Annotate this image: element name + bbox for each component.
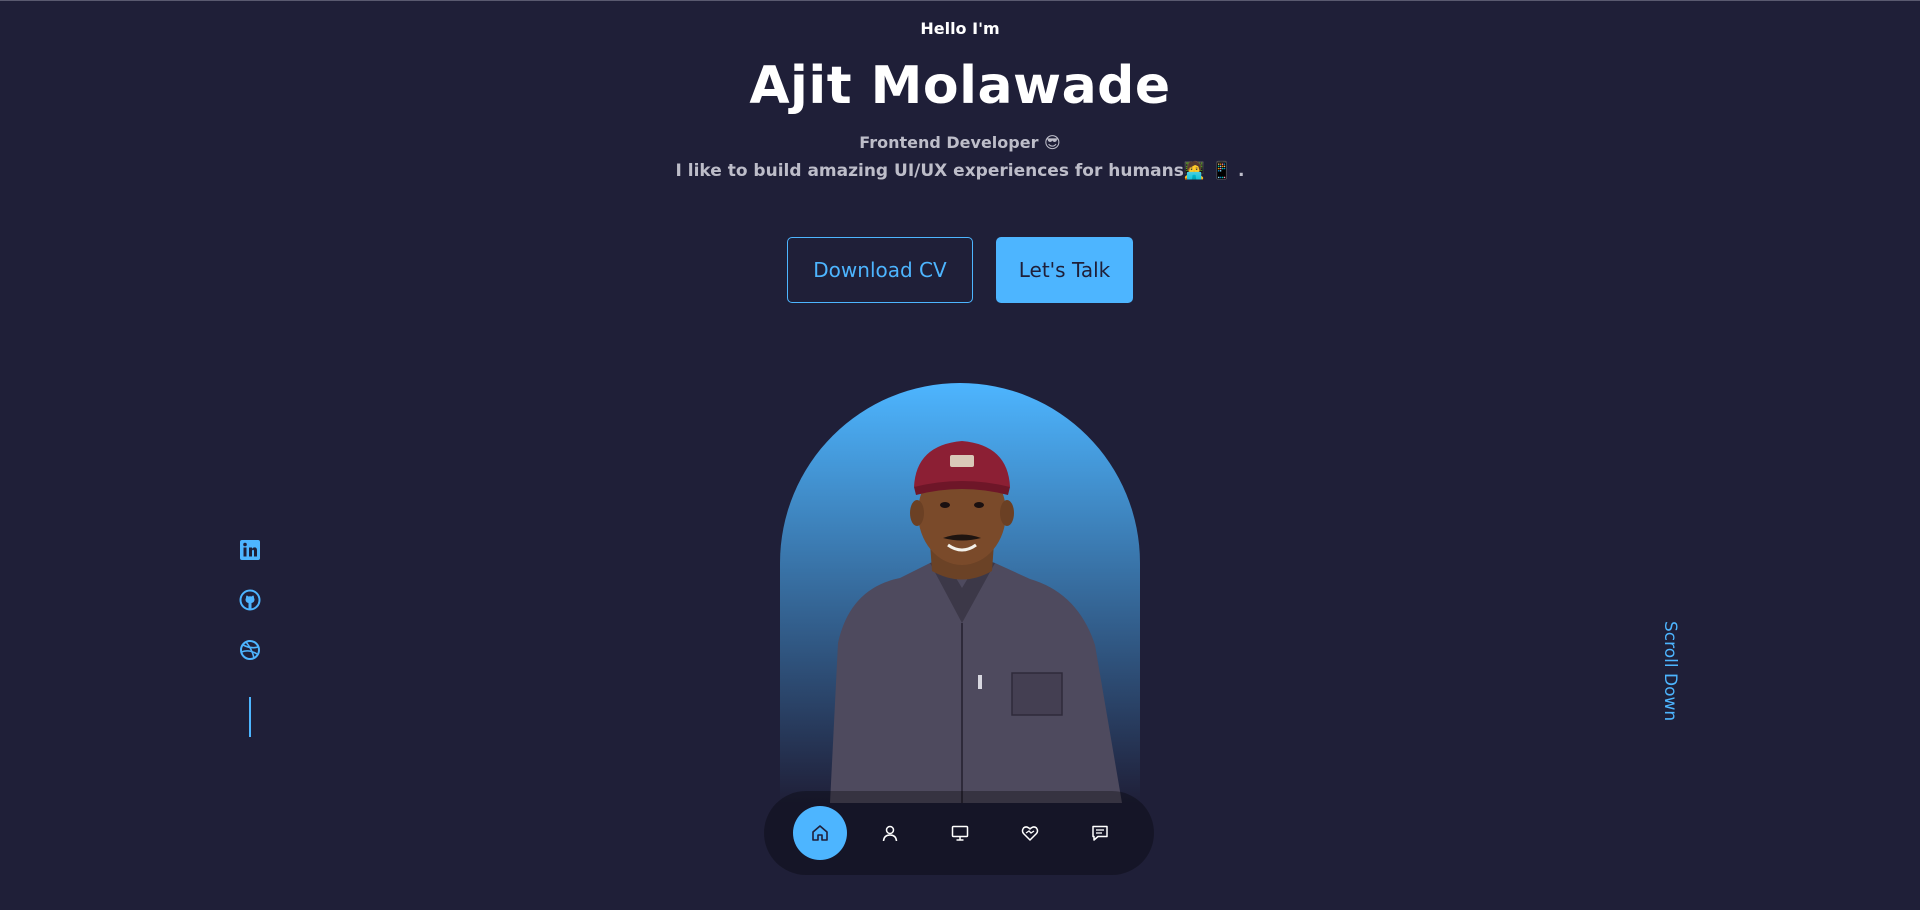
nav-about[interactable] [863,806,917,860]
hero-tagline: I like to build amazing UI/UX experience… [675,161,1245,181]
greeting-text: Hello I'm [920,19,1000,38]
nav-contact[interactable] [1073,806,1127,860]
home-icon [812,825,828,841]
download-cv-button[interactable]: Download CV [787,237,973,303]
nav-services[interactable] [1003,806,1057,860]
hero-name: Ajit Molawade [749,56,1171,116]
nav-experience[interactable] [933,806,987,860]
social-divider-line [249,697,251,737]
lets-talk-button[interactable]: Let's Talk [996,237,1133,303]
nav-home[interactable] [793,806,847,860]
user-icon [882,825,898,842]
portfolio-page: Hello I'm Ajit Molawade Frontend Develop… [0,0,1920,910]
social-links [236,539,264,737]
person-illustration [830,441,1122,803]
services-icon [1021,826,1039,841]
monitor-icon [951,825,969,841]
profile-photo [780,383,1140,803]
scroll-down-link[interactable]: Scroll Down [1660,621,1680,721]
hero-role: Frontend Developer 😎 [859,133,1061,152]
dribbble-icon[interactable] [239,639,261,661]
bottom-nav [764,791,1154,875]
github-icon[interactable] [239,589,261,611]
linkedin-icon[interactable] [239,539,261,561]
message-icon [1092,825,1108,841]
